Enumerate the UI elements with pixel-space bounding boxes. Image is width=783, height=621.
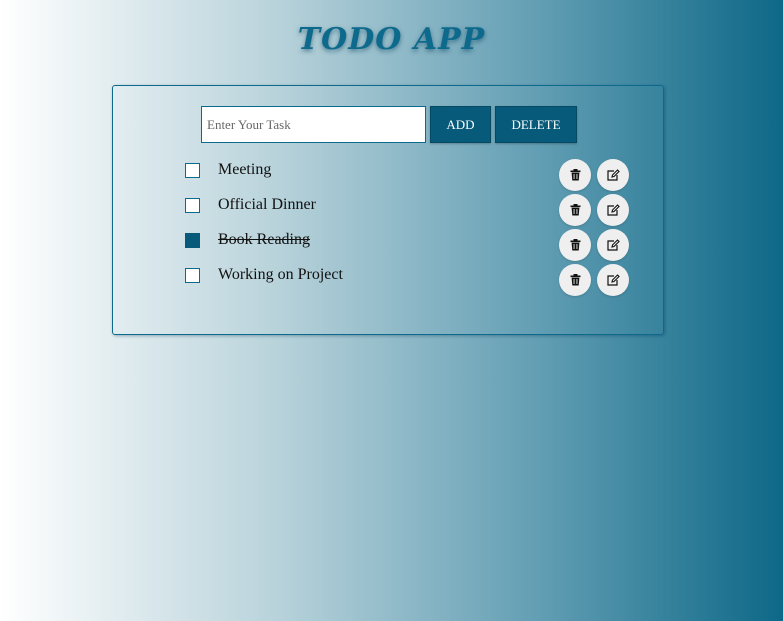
trash-icon xyxy=(570,274,580,286)
delete-task-button[interactable] xyxy=(559,229,591,261)
trash-icon xyxy=(570,204,580,216)
trash-icon xyxy=(570,239,580,251)
delete-task-button[interactable] xyxy=(559,264,591,296)
delete-task-button[interactable] xyxy=(559,194,591,226)
edit-icon xyxy=(606,239,620,251)
edit-icon xyxy=(606,204,620,216)
app-title: TODO APP xyxy=(297,22,486,57)
task-input[interactable] xyxy=(201,106,426,143)
task-label: Meeting xyxy=(218,161,272,178)
edit-icon xyxy=(606,169,620,181)
edit-task-button[interactable] xyxy=(597,264,629,296)
delete-all-button[interactable]: DELETE xyxy=(495,106,577,143)
task-checkbox[interactable] xyxy=(185,198,200,213)
task-label: Official Dinner xyxy=(218,196,316,213)
edit-icon xyxy=(606,274,620,286)
edit-task-button[interactable] xyxy=(597,194,629,226)
task-label: Book Reading xyxy=(218,231,310,248)
edit-task-button[interactable] xyxy=(597,229,629,261)
delete-task-button[interactable] xyxy=(559,159,591,191)
todo-card: ADD DELETE Meeting Official Dinner xyxy=(112,85,664,335)
task-label: Working on Project xyxy=(218,266,343,283)
task-checkbox[interactable] xyxy=(185,233,200,248)
task-checkbox[interactable] xyxy=(185,268,200,283)
task-checkbox[interactable] xyxy=(185,163,200,178)
trash-icon xyxy=(570,169,580,181)
edit-task-button[interactable] xyxy=(597,159,629,191)
add-button[interactable]: ADD xyxy=(430,106,491,143)
